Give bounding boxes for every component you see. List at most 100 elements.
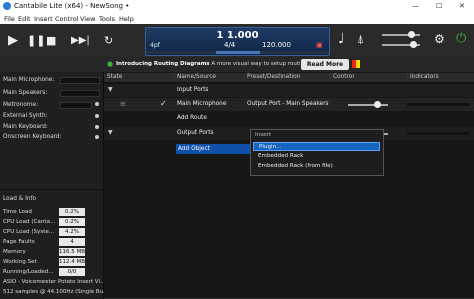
route-level-meter [407,103,469,106]
expand-icon[interactable]: ▼ [108,86,113,93]
time-signature: 4/4 [224,41,236,49]
close-button[interactable]: ✕ [459,2,465,10]
col-state[interactable]: State [107,74,122,80]
metronome-meter [60,102,92,109]
load-row: CPU Load (Syste... 4.2% [3,228,100,237]
load-row: Time Load 0.2% [3,208,100,217]
col-control[interactable]: Control [333,74,354,80]
route-source[interactable]: Main Microphone [177,101,226,107]
app-icon [3,2,11,10]
load-row: CPU Load (Canta... 0.2% [3,218,100,227]
beat-indicator [146,51,329,54]
minimize-button[interactable]: — [412,2,419,10]
port-main-microphone[interactable]: Main Microphone: [3,77,54,83]
route-gain-knob[interactable] [374,101,381,108]
load-value: 112.4 MB [59,258,86,266]
cantabile-logo-icon [352,60,360,68]
key-signature: 4pf [150,42,160,49]
port-onscreen-keyboard[interactable]: Onscreen Keyboard: [3,134,62,140]
checkmark-icon[interactable]: ✓ [160,99,167,108]
menu-item-embedded-rack[interactable]: Embedded Rack [253,152,380,161]
audio-driver: ASIO - Voicemeeter Potato Insert Vi... [3,279,106,285]
divider [174,73,175,82]
notice-text: Introducing Routing Diagrams A more visu… [116,61,308,67]
menu-help[interactable]: Help [119,15,134,23]
routing-grid: State Name/Source Preset/Destination Con… [104,72,474,299]
divider [330,73,331,82]
main-microphone-meter [60,77,100,84]
toolbar: ▶ ❚❚ ■ ▶▶| ↻ 1 1.000 4pf 4/4 120.000 ▣ ♩… [0,24,474,58]
drag-handle-icon[interactable]: ≡ [120,100,126,108]
add-object-button[interactable]: Add Object [176,144,250,154]
load-value: 0.2% [59,218,85,226]
menu-view[interactable]: View [80,15,95,23]
loop-icon[interactable]: ↻ [104,34,113,47]
left-panel: Main Microphone: Main Speakers: Metronom… [0,72,108,299]
route-destination[interactable]: Output Port - Main Speakers [247,101,329,107]
record-icon[interactable]: ▣ [316,41,323,49]
menu-tools[interactable]: Tools [99,15,115,23]
menu-item-plugin[interactable]: Plugin... [253,142,380,151]
route-gain-slider[interactable] [348,104,388,106]
menu-file[interactable]: File [4,15,15,23]
window-title: Cantabile Lite (x64) - NewSong • [14,2,130,10]
audio-buffer: 512 samples @ 44.100Hz (Single Bu... [3,289,109,295]
notice-bar: ● Introducing Routing Diagrams A more vi… [0,57,474,73]
load-info-title: Load & Info [3,196,37,202]
output-level-meter [407,132,469,135]
load-value: 116.5 MB [59,248,86,256]
divider [244,73,245,82]
load-value: 4 [59,238,85,246]
group-label: Output Ports [177,130,214,136]
check-circle-icon: ● [107,60,114,68]
add-route-button[interactable]: Add Route [177,115,207,121]
metronome-icon[interactable]: ⍋ [357,32,364,47]
insert-context-menu: Insert Plugin... Embedded Rack Embedded … [250,129,384,176]
port-main-speakers[interactable]: Main Speakers: [3,90,47,96]
group-input-ports[interactable]: ▼ Input Ports [104,84,474,97]
col-preset-destination[interactable]: Preset/Destination [247,74,300,80]
onscreen-keyboard-indicator [95,135,99,139]
col-name-source[interactable]: Name/Source [177,74,216,80]
pause-icon[interactable]: ❚❚ [27,34,45,47]
menu-header: Insert [255,132,272,138]
load-label: CPU Load (Syste... [3,229,55,235]
load-label: Page Faults [3,239,35,245]
metronome-note-icon[interactable]: ♩ [338,31,345,47]
main-speakers-meter [60,90,100,97]
play-icon[interactable]: ▶ [8,33,18,48]
notice-title: Introducing Routing Diagrams [116,61,210,67]
menu-control[interactable]: Control [55,15,79,23]
divider [407,73,408,82]
route-row[interactable]: ≡ ✓ Main Microphone Output Port - Main S… [104,98,474,111]
menu-insert[interactable]: Insert [34,15,53,23]
port-metronome[interactable]: Metronome: [3,102,38,108]
external-synth-indicator [95,114,99,118]
main-keyboard-indicator [95,125,99,129]
menu-item-embedded-rack-from-file[interactable]: Embedded Rack (from file) [253,162,380,171]
port-external-synth[interactable]: External Synth: [3,113,48,119]
port-main-keyboard[interactable]: Main Keyboard: [3,124,48,130]
load-value: 0.2% [59,208,85,216]
transport-display: 1 1.000 4pf 4/4 120.000 ▣ [145,27,330,56]
expand-icon[interactable]: ▼ [108,129,113,136]
settings-icon[interactable]: ⚙ [434,32,445,46]
maximize-button[interactable]: ☐ [436,2,442,10]
load-label: Running/Loaded... [3,269,54,275]
read-more-button[interactable]: Read More [301,59,349,70]
master-volume-knob[interactable] [410,41,417,48]
stop-icon[interactable]: ■ [46,34,56,47]
load-row: Running/Loaded... 0/0 [3,268,100,277]
title-bar: Cantabile Lite (x64) - NewSong • — ☐ ✕ [0,0,474,13]
add-route-row[interactable]: Add Route [104,112,474,125]
load-label: Memory [3,249,26,255]
load-row: Page Faults 4 [3,238,100,247]
metronome-volume-knob[interactable] [408,31,415,38]
group-label: Input Ports [177,87,209,93]
power-icon[interactable]: ⏻ [456,31,466,46]
load-row: Working Set 112.4 MB [3,258,100,267]
menu-edit[interactable]: Edit [18,15,31,23]
skip-forward-icon[interactable]: ▶▶| [71,35,90,46]
col-indicators[interactable]: Indicators [410,74,439,80]
load-value: 4.2% [59,228,85,236]
